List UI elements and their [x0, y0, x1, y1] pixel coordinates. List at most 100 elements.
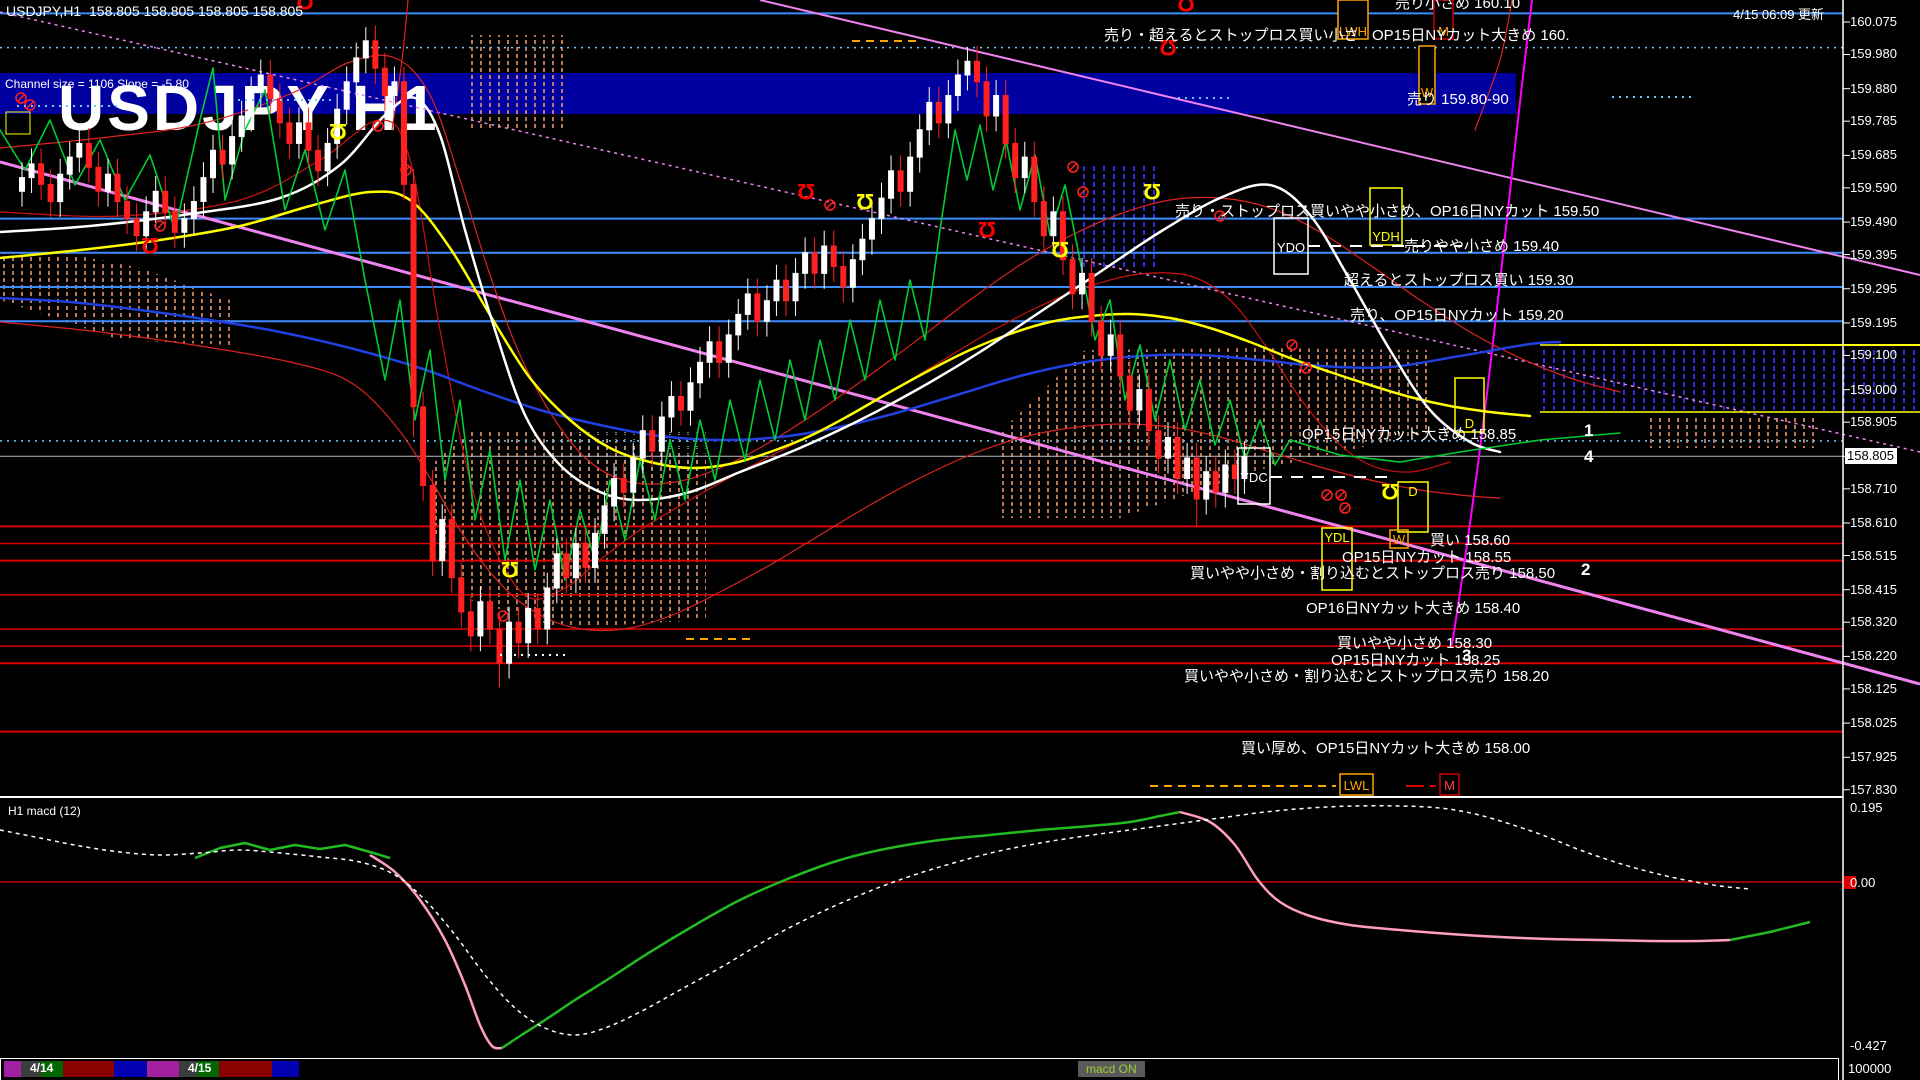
candle-body [1174, 437, 1181, 479]
candle-body [582, 543, 589, 568]
timeline-day-segment [147, 1061, 179, 1077]
order-annotation: 売り、OP15日NYカット 159.20 [1350, 307, 1564, 324]
candle-body [324, 142, 331, 172]
chart-canvas[interactable]: Ω ΩΩΩΩΩΩΩΩΩΩΩ LWH MWYDHYDODYDCDYDL WLWL M [0, 0, 1920, 1080]
order-annotation: 超えるとストップロス買い 159.30 [1344, 272, 1574, 289]
candle-body [907, 156, 914, 192]
order-annotation: 売り小さめ 160.10 [1395, 0, 1521, 12]
price-axis-label: 158.320 [1850, 614, 1897, 630]
crossed-circle-slash [1322, 490, 1332, 500]
update-timestamp: 4/15 06:09 更新 [1733, 7, 1825, 22]
candle-body [1107, 334, 1114, 356]
candle-body [391, 81, 398, 97]
candle-body [954, 74, 961, 96]
price-axis-label: 159.000 [1850, 381, 1897, 397]
price-axis-label: 158.710 [1850, 480, 1897, 496]
kumo-cloud [465, 35, 565, 130]
sequence-number: 3 [1462, 646, 1472, 665]
candle-body [716, 341, 723, 363]
candle-body [515, 621, 522, 644]
candle-body [506, 621, 513, 664]
candle-body [286, 122, 293, 144]
candle-body [343, 81, 350, 110]
timeline-day-segment [63, 1061, 114, 1077]
candle-body [124, 201, 131, 220]
candle-body [1050, 211, 1057, 237]
candle-body [553, 553, 560, 589]
omega-signal-icon: Ω [978, 217, 996, 242]
candle-body [668, 396, 675, 418]
candle-body [276, 98, 283, 124]
sequence-number: 2 [1581, 560, 1591, 579]
candle-body [849, 259, 856, 288]
price-axis-label: 159.295 [1850, 280, 1897, 296]
order-annotation: 売り 159.80-90 [1407, 91, 1509, 108]
candle-body [401, 81, 407, 185]
omega-signal-icon: Ω [1051, 237, 1069, 262]
omega-signal-icon: Ω [1177, 0, 1195, 16]
order-annotation: 買い厚め、OP15日NYカット大きめ 158.00 [1241, 740, 1531, 757]
timeline-day-segment [219, 1061, 272, 1077]
candle-body [735, 313, 742, 336]
crossed-circle-slash [825, 200, 835, 210]
sequence-number: 1 [1584, 421, 1594, 440]
price-axis-label: 158.610 [1850, 515, 1897, 531]
candle-body [544, 587, 551, 630]
order-annotation: 買いやや小さめ・割り込むとストップロス売り 158.50 [1190, 565, 1556, 582]
candle-body [1117, 334, 1124, 377]
macd-axis-zero: 0.00 [1850, 875, 1876, 890]
order-annotation: OP15日NYカット大きめ 160. [1372, 27, 1570, 44]
crossed-circle-slash [1336, 490, 1346, 500]
level-label-text: W [1393, 532, 1406, 547]
candle-body [114, 173, 121, 203]
sequence-number: 4 [1584, 447, 1594, 466]
candle-body [687, 382, 694, 411]
order-annotation: 売り・超えるとストップロス買い小さ [1104, 27, 1359, 44]
candle-body [649, 430, 656, 452]
channel-trendline[interactable] [0, 160, 1920, 686]
timeline-day-segment [114, 1061, 147, 1077]
candle-body [1069, 259, 1076, 295]
omega-signal-icon: Ω [1381, 479, 1399, 504]
macd-toggle-button[interactable]: macd ON [1078, 1061, 1145, 1077]
candle-body [229, 136, 236, 165]
candle-body [238, 115, 245, 137]
crossed-circle-slash [155, 221, 165, 231]
candle-body [267, 74, 274, 100]
candle-body [878, 197, 885, 220]
candle-body [477, 601, 484, 637]
candle-body [1212, 471, 1219, 493]
candle-body [219, 149, 226, 165]
symbol-title: USDJPY,H1 158.805 158.805 158.805 158.80… [6, 3, 304, 19]
candle-body [630, 457, 637, 493]
candle-body [76, 142, 83, 158]
candle-body [964, 60, 971, 76]
price-axis-label: 159.880 [1850, 80, 1897, 96]
candle-body [305, 122, 312, 151]
candle-body [95, 166, 102, 192]
candle-body [1193, 457, 1200, 500]
timeline-date-label: 4/15 [188, 1061, 212, 1075]
candle-body [792, 272, 799, 302]
candle-body [467, 611, 474, 637]
candle-body [257, 74, 264, 93]
crossed-circle-slash [1287, 340, 1297, 350]
candle-body [1021, 156, 1028, 179]
candle-body [133, 218, 140, 237]
candle-body [171, 211, 178, 233]
price-axis-label: 157.830 [1850, 781, 1897, 797]
price-axis-label: 158.220 [1850, 648, 1897, 664]
candle-body [190, 201, 197, 220]
candle-body [572, 543, 579, 579]
level-label-text: YDL [1324, 530, 1349, 545]
timeline-strip[interactable] [0, 1058, 1839, 1080]
candle-body [1231, 464, 1238, 480]
candle-body [983, 81, 990, 117]
candle-body [677, 396, 684, 411]
candle-body [725, 334, 732, 363]
price-axis-label: 159.395 [1850, 246, 1897, 262]
candle-body [315, 149, 322, 172]
order-annotation: 売りやや小さめ 159.40 [1404, 238, 1560, 255]
red-steep-b-line [1474, 0, 1513, 131]
candle-body [706, 341, 713, 363]
